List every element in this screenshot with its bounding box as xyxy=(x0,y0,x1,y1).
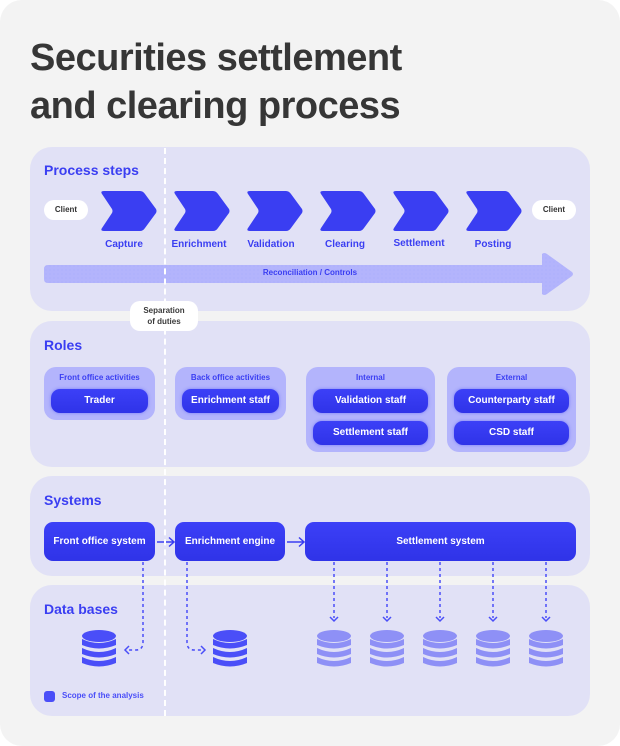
reconciliation-label: Reconciliation / Controls xyxy=(262,268,358,277)
systems-title: Systems xyxy=(44,492,102,508)
database-icon-settlement-2 xyxy=(370,630,404,667)
role-settlement-staff: Settlement staff xyxy=(313,421,428,445)
legend-label: Scope of the analysis xyxy=(62,691,144,700)
database-icon-settlement-4 xyxy=(476,630,510,667)
role-group-back-office: Back office activities Enrichment staff xyxy=(175,367,286,420)
role-group-title: Front office activities xyxy=(59,373,140,382)
system-enrichment-engine: Enrichment engine xyxy=(175,522,285,561)
diagram-card: Securities settlement and clearing proce… xyxy=(0,0,620,746)
database-icon-front-office xyxy=(82,630,116,667)
role-enrichment-staff: Enrichment staff xyxy=(182,389,279,413)
client-end-pill: Client xyxy=(532,200,576,220)
step-chevron-posting xyxy=(466,191,522,231)
legend-swatch-icon xyxy=(44,691,55,702)
database-icon-enrichment xyxy=(213,630,247,667)
step-label-posting: Posting xyxy=(474,239,512,250)
database-icon-settlement-5 xyxy=(529,630,563,667)
page-title: Securities settlement and clearing proce… xyxy=(30,37,402,127)
arrow-right-icon xyxy=(157,536,176,548)
step-label-enrichment: Enrichment xyxy=(171,239,227,250)
step-chevron-validation xyxy=(247,191,303,231)
step-chevron-enrichment xyxy=(174,191,230,231)
step-label-validation: Validation xyxy=(247,239,295,250)
role-group-internal: Internal Validation staff Settlement sta… xyxy=(306,367,435,452)
client-start-pill: Client xyxy=(44,200,88,220)
step-chevron-settlement xyxy=(393,191,449,231)
role-group-external: External Counterparty staff CSD staff xyxy=(447,367,576,452)
roles-title: Roles xyxy=(44,337,83,353)
database-icon-settlement-3 xyxy=(423,630,457,667)
role-validation-staff: Validation staff xyxy=(313,389,428,413)
role-counterparty-staff: Counterparty staff xyxy=(454,389,569,413)
process-steps-title: Process steps xyxy=(44,162,139,178)
step-label-clearing: Clearing xyxy=(324,239,365,250)
step-chevron-capture xyxy=(101,191,157,231)
databases-title: Data bases xyxy=(44,601,118,617)
arrow-right-icon xyxy=(287,536,306,548)
system-settlement: Settlement system xyxy=(305,522,576,561)
step-chevron-clearing xyxy=(320,191,376,231)
database-icon-settlement-1 xyxy=(317,630,351,667)
role-group-title: Internal xyxy=(356,373,385,382)
role-group-title: External xyxy=(495,373,528,382)
role-group-front-office: Front office activities Trader xyxy=(44,367,155,420)
separation-of-duties-badge: Separation of duties xyxy=(130,301,198,331)
step-label-capture: Capture xyxy=(105,239,143,250)
role-group-title: Back office activities xyxy=(190,373,271,382)
step-label-settlement: Settlement xyxy=(393,238,445,249)
separation-of-duties-line xyxy=(164,148,166,716)
system-front-office: Front office system xyxy=(44,522,155,561)
role-csd-staff: CSD staff xyxy=(454,421,569,445)
role-trader: Trader xyxy=(51,389,148,413)
